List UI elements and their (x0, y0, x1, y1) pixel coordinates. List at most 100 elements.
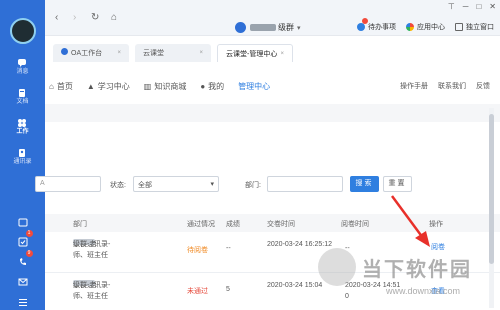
contact-link[interactable]: 联系我们 (438, 81, 466, 91)
group-selector[interactable]: 级群 ▾ (235, 22, 301, 33)
back-icon[interactable]: ‹ (55, 12, 58, 23)
rail-tool-menu[interactable] (18, 294, 28, 306)
notification-badge: 9 (25, 250, 33, 257)
calendar-icon (18, 218, 27, 227)
apps-button[interactable]: 应用中心 (406, 22, 445, 32)
main-window: ⊤ ─ □ ✕ ‹ › ↻ ⌂ 级群 ▾ 待办事项 应用中心 独立窗口 OA工作… (35, 0, 500, 310)
rail-item-messages[interactable]: 消息 (16, 58, 29, 76)
pin-icon[interactable]: ⊤ (448, 2, 455, 11)
section-divider (45, 104, 500, 122)
rail-item-contacts[interactable]: 通讯录 (13, 148, 32, 166)
user-icon: ● (200, 81, 206, 91)
graduation-cap-icon: ▲ (86, 81, 95, 91)
watermark-url: www.downxia.com (385, 286, 460, 296)
rail-item-documents[interactable]: 文档 (16, 88, 29, 106)
window-icon (455, 23, 463, 31)
group-name: 级群 (278, 23, 294, 32)
app-rail: 消息 文档 工作 通讯录 1 9 (0, 0, 45, 310)
tab-management[interactable]: 云课堂-管理中心 × (217, 44, 293, 62)
vertical-scrollbar[interactable] (489, 108, 494, 308)
home-icon: ⌂ (49, 81, 54, 91)
search-button[interactable]: 搜索 (350, 176, 379, 192)
rail-tool-tasks[interactable]: 1 (18, 230, 33, 247)
close-icon[interactable]: × (280, 51, 284, 57)
col-dept: 部门 (73, 221, 87, 228)
site-nav: ⌂ 首页 ▲ 学习中心 ▥ 知识商城 ● 我的 管理中心 操作手册 联系我们 反馈 (45, 74, 500, 98)
tab-oa[interactable]: OA工作台 × (53, 44, 129, 62)
close-icon[interactable]: ✕ (489, 2, 496, 11)
dept-input[interactable] (267, 176, 343, 192)
maximize-icon[interactable]: □ (476, 2, 481, 11)
name-input[interactable]: A (35, 176, 101, 192)
watermark-name: 当下软件园 (362, 258, 472, 281)
avatar[interactable] (9, 18, 36, 44)
nav-label: 管理中心 (238, 81, 271, 91)
rail-item-label: 消息 (16, 69, 29, 75)
checkbox-icon (18, 237, 27, 247)
col-submit-time: 交卷时间 (267, 221, 295, 228)
todo-badge (362, 18, 368, 24)
menu-icon (18, 299, 27, 306)
todo-icon (357, 23, 365, 31)
status-value: 全部 (138, 182, 152, 189)
titlebar-actions: 待办事项 应用中心 独立窗口 (347, 18, 494, 32)
reset-button[interactable]: 重置 (383, 176, 412, 192)
title-bar: ⊤ ─ □ ✕ ‹ › ↻ ⌂ 级群 ▾ 待办事项 应用中心 独立窗口 (45, 0, 500, 36)
window-controls: ⊤ ─ □ ✕ (448, 2, 496, 11)
contacts-icon (19, 149, 26, 157)
score-cell: -- (226, 245, 231, 252)
todo-button[interactable]: 待办事项 (357, 18, 396, 32)
score-cell: 5 (226, 286, 230, 293)
nav-mine[interactable]: ● 我的 (200, 81, 224, 92)
nav-label: 学习中心 (97, 81, 130, 91)
nav-right-links: 操作手册 联系我们 反馈 (390, 81, 490, 91)
books-icon: ▥ (143, 81, 152, 91)
feedback-link[interactable]: 反馈 (476, 81, 490, 91)
tab-classroom[interactable]: 云课堂 × (135, 44, 211, 62)
chevron-down-icon: ▾ (297, 24, 301, 32)
rail-tool-calendar[interactable] (18, 214, 28, 227)
chevron-down-icon: ▾ (210, 181, 214, 188)
dept-cell: 家校通讯录-级群-老 师、班主任 (73, 280, 173, 300)
close-icon[interactable]: × (199, 50, 203, 56)
nav-learning[interactable]: ▲ 学习中心 (87, 81, 130, 92)
notification-badge: 1 (25, 230, 33, 237)
phone-icon (19, 258, 26, 265)
standalone-button[interactable]: 独立窗口 (455, 22, 494, 32)
dept-text: 级群-老 (73, 282, 97, 289)
mail-icon (18, 278, 27, 286)
tab-icon (61, 48, 68, 55)
rail-tool-phone[interactable]: 9 (18, 250, 33, 265)
col-status: 通过情况 (187, 221, 215, 228)
status-cell: 待阅卷 (187, 247, 208, 254)
dept-text: 师、班主任 (73, 252, 108, 259)
tab-label: OA工作台 (71, 50, 103, 57)
dept-cell: 家校通讯录-级群-老 师、班主任 (73, 239, 173, 259)
col-score: 成绩 (226, 221, 240, 228)
nav-label: 首页 (56, 81, 73, 91)
rail-tool-mail[interactable] (18, 274, 28, 286)
rail-item-label: 工作 (16, 129, 29, 135)
nav-store[interactable]: ▥ 知识商城 (144, 81, 187, 92)
col-read-time: 阅卷时间 (341, 221, 369, 228)
dept-text: 级群-老 (73, 241, 97, 248)
watermark: 当下软件园 (318, 248, 472, 286)
tab-label: 云课堂-管理中心 (226, 50, 278, 58)
nav-home[interactable]: ⌂ 首页 (49, 81, 73, 92)
todo-label: 待办事项 (368, 24, 396, 31)
nav-management[interactable]: 管理中心 (238, 81, 270, 92)
home-icon[interactable]: ⌂ (111, 12, 117, 23)
rail-item-work[interactable]: 工作 (16, 118, 29, 136)
group-icon (235, 22, 246, 33)
rail-item-label: 通讯录 (13, 159, 32, 165)
status-select[interactable]: 全部 ▾ (133, 176, 219, 192)
minimize-icon[interactable]: ─ (463, 2, 469, 11)
manual-link[interactable]: 操作手册 (400, 81, 428, 91)
dept-text: 师、班主任 (73, 293, 108, 300)
refresh-icon[interactable]: ↻ (91, 12, 99, 23)
table-header: 部门 通过情况 成绩 交卷时间 阅卷时间 操作 (45, 214, 500, 232)
forward-icon[interactable]: › (73, 12, 76, 23)
status-label: 状态: (110, 182, 126, 189)
scrollbar-thumb[interactable] (489, 114, 494, 264)
close-icon[interactable]: × (117, 50, 121, 56)
